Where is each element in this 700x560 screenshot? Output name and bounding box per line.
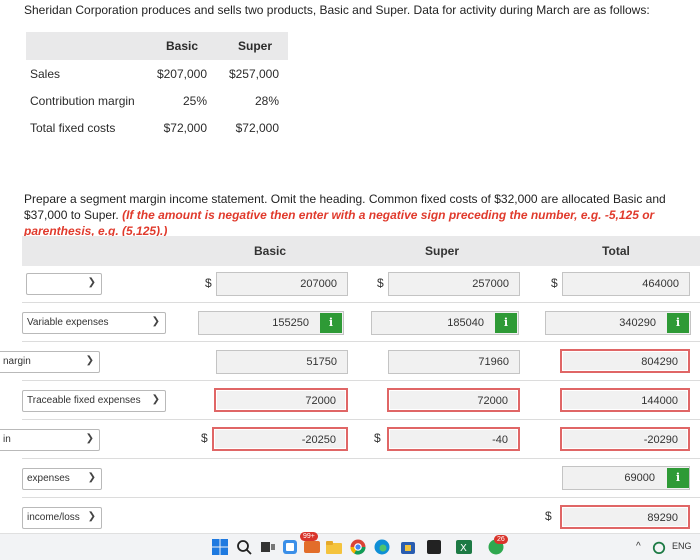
mail-app-icon[interactable] [304, 539, 320, 555]
currency-symbol: $ [545, 509, 552, 523]
super-sales-input[interactable]: 257000 [388, 272, 520, 296]
row-label-select[interactable]: income/loss ❯ [22, 507, 102, 529]
chevron-down-icon: ❯ [87, 472, 96, 483]
task-view-icon[interactable] [260, 539, 276, 555]
currency-symbol: $ [377, 276, 384, 290]
row-label-select[interactable]: in ❯ [0, 429, 100, 451]
total-segment-margin-input[interactable]: -20290 [560, 427, 690, 451]
data-row-super: $257,000 [228, 67, 279, 81]
basic-sales-input[interactable]: 207000 [216, 272, 348, 296]
basic-contribution-margin-input[interactable]: 51750 [216, 350, 348, 374]
svg-text:X: X [460, 543, 467, 554]
chevron-down-icon: ❯ [151, 316, 160, 327]
currency-symbol: $ [201, 431, 208, 445]
windows-taskbar: 99+ X 26 ^ ENG [0, 532, 700, 560]
select-value: expenses [27, 473, 70, 484]
data-row-label: Sales [30, 67, 61, 81]
data-row-label: Contribution margin [30, 94, 135, 108]
currency-symbol: $ [551, 276, 558, 290]
row-divider [22, 458, 700, 459]
data-row-super: 28% [254, 94, 279, 108]
row-label-select[interactable]: nargin ❯ [0, 351, 100, 373]
mail-badge: 99+ [300, 532, 318, 541]
col-super: Super [424, 244, 459, 258]
chevron-down-icon: ❯ [87, 511, 96, 522]
instructions-note: (If the amount is negative then enter wi… [24, 208, 655, 238]
info-button[interactable]: i [320, 313, 342, 333]
basic-traceable-fixed-input[interactable]: 72000 [214, 388, 348, 412]
row-divider [22, 341, 700, 342]
store-icon[interactable] [400, 539, 416, 555]
row-label-select[interactable]: Variable expenses ❯ [22, 312, 166, 334]
row-label-select[interactable]: expenses ❯ [22, 468, 102, 490]
data-row-basic: $72,000 [163, 121, 207, 135]
onedrive-icon[interactable] [652, 540, 666, 554]
select-value: income/loss [27, 512, 80, 523]
chevron-down-icon: ❯ [151, 394, 160, 405]
data-row-super: $72,000 [235, 121, 279, 135]
file-explorer-icon[interactable] [326, 539, 342, 555]
info-button[interactable]: i [495, 313, 517, 333]
data-col-basic: Basic [165, 39, 199, 53]
col-basic: Basic [253, 244, 287, 258]
currency-symbol: $ [374, 431, 381, 445]
select-value: in [3, 434, 11, 445]
super-traceable-fixed-input[interactable]: 72000 [387, 388, 520, 412]
chevron-down-icon: ❯ [87, 277, 96, 288]
edge-icon[interactable] [374, 539, 390, 555]
app-badge: 26 [494, 535, 508, 544]
widgets-icon[interactable] [282, 539, 298, 555]
tray-overflow-icon[interactable]: ^ [636, 541, 641, 552]
data-row-label: Total fixed costs [30, 121, 116, 135]
row-divider [22, 419, 700, 420]
info-button[interactable]: i [667, 313, 689, 333]
language-indicator[interactable]: ENG [672, 541, 692, 551]
total-contribution-margin-input[interactable]: 804290 [560, 349, 690, 373]
chevron-down-icon: ❯ [85, 355, 94, 366]
col-total: Total [602, 244, 630, 258]
chevron-down-icon: ❯ [85, 433, 94, 444]
data-col-super: Super [237, 39, 272, 53]
instructions: Prepare a segment margin income statemen… [24, 191, 694, 239]
total-net-income-input[interactable]: 89290 [560, 505, 690, 529]
windows-start-icon[interactable] [212, 539, 228, 555]
basic-segment-margin-input[interactable]: -20250 [212, 427, 348, 451]
super-contribution-margin-input[interactable]: 71960 [388, 350, 520, 374]
row-divider [22, 302, 700, 303]
select-value: Traceable fixed expenses [27, 395, 141, 406]
problem-intro: Sheridan Corporation produces and sells … [24, 3, 650, 17]
select-value: Variable expenses [27, 317, 109, 328]
total-sales-input[interactable]: 464000 [562, 272, 690, 296]
chrome-icon[interactable] [350, 539, 366, 555]
select-value: nargin [3, 356, 31, 367]
data-row-basic: $207,000 [156, 67, 207, 81]
search-icon[interactable] [236, 539, 252, 555]
row-label-select[interactable]: ❯ [26, 273, 102, 295]
excel-icon[interactable]: X [456, 539, 472, 555]
terminal-icon[interactable] [426, 539, 442, 555]
total-traceable-fixed-input[interactable]: 144000 [560, 388, 690, 412]
data-row-basic: 25% [182, 94, 207, 108]
row-divider [22, 380, 700, 381]
super-segment-margin-input[interactable]: -40 [387, 427, 520, 451]
info-button[interactable]: i [667, 468, 689, 488]
currency-symbol: $ [205, 276, 212, 290]
row-label-select[interactable]: Traceable fixed expenses ❯ [22, 390, 166, 412]
row-divider [22, 497, 700, 498]
